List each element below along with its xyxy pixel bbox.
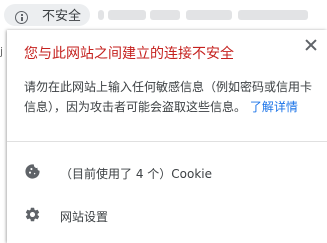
info-icon — [15, 11, 28, 24]
popup-title: 您与此网站之间建立的连接不安全 — [24, 46, 234, 62]
site-settings-row[interactable]: 网站设置 — [7, 197, 327, 233]
page-edge-text: j — [0, 45, 4, 58]
blurred-url[interactable] — [96, 7, 314, 23]
site-info-button[interactable]: 不安全 — [4, 4, 90, 26]
popup-description: 请勿在此网站上输入任何敏感信息（例如密码或信用卡信息），因为攻击者可能会盗取这些… — [24, 77, 317, 117]
close-icon[interactable] — [303, 37, 319, 53]
page-edge: j — [0, 30, 7, 243]
gear-icon — [25, 207, 40, 222]
cookies-label: （目前使用了 4 个）Cookie — [60, 167, 212, 181]
site-settings-label: 网站设置 — [60, 210, 109, 224]
address-bar: 不安全 — [0, 0, 327, 30]
connection-info-popup: 您与此网站之间建立的连接不安全 请勿在此网站上输入任何敏感信息（例如密码或信用卡… — [7, 30, 327, 243]
learn-more-link[interactable]: 了解详情 — [250, 100, 298, 114]
cookie-icon — [25, 164, 40, 179]
divider — [7, 141, 327, 142]
cookies-row[interactable]: （目前使用了 4 个）Cookie — [7, 154, 327, 190]
not-secure-label: 不安全 — [42, 9, 82, 24]
